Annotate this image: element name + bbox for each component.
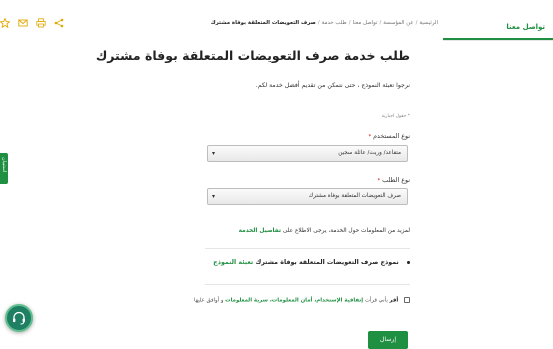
required-note: * حقول اجبارية xyxy=(381,114,410,119)
sidebar-divider xyxy=(443,40,553,41)
bullet xyxy=(407,260,410,264)
divider xyxy=(205,284,410,285)
user-type-label: نوع المستخدم * xyxy=(300,133,410,140)
sidebar-item-contact-us[interactable]: تواصل معنا xyxy=(443,14,553,40)
request-type-label-text: نوع الطلب xyxy=(382,177,410,184)
breadcrumb-separator: / xyxy=(317,20,320,26)
required-mark: * xyxy=(368,134,372,140)
request-type-value: صرف التعويضات المتعلقة بوفاة مشترك xyxy=(308,193,401,199)
breadcrumb-request[interactable]: طلب خدمة xyxy=(322,20,347,26)
submit-button[interactable]: إرسال xyxy=(368,331,408,349)
user-type-select[interactable]: متقاعد/ وريث/ عائلة سجين ▾ xyxy=(207,145,408,162)
breadcrumb-home[interactable]: الرئيسية xyxy=(419,20,438,26)
agreement-suffix: و أوافق عليها xyxy=(193,297,224,304)
survey-tab[interactable]: استبيان xyxy=(0,153,8,184)
more-info-text: لمزيد من المعلومات حول الخدمة، يرجى الاط… xyxy=(282,228,410,234)
intro-text: نرجوا تعبئة النموذج ، حتى نتمكن من تقديم… xyxy=(255,82,410,89)
terms-link[interactable]: إتفاقية الإستخدام، أمان المعلومات، سرية … xyxy=(225,298,363,304)
agreement-checkbox[interactable] xyxy=(404,297,410,303)
agreement-row: أقر بأني قرأت إتفاقية الإستخدام، أمان ال… xyxy=(193,297,410,304)
breadcrumb-separator: / xyxy=(348,20,351,26)
print-icon[interactable] xyxy=(36,18,46,28)
share-icon[interactable] xyxy=(54,18,64,28)
email-icon[interactable] xyxy=(18,18,28,28)
breadcrumb-current: صرف التعويضات المتعلقة بوفاة مشترك xyxy=(210,20,316,26)
survey-tab-label: استبيان xyxy=(1,157,7,173)
breadcrumb-contact[interactable]: تواصل معنا xyxy=(353,20,378,26)
breadcrumb: الرئيسية/عن المؤسسة/تواصل معنا/طلب خدمة/… xyxy=(211,20,438,26)
share-toolbar xyxy=(0,18,64,28)
agreement-middle: بأني قرأت xyxy=(364,297,388,304)
star-icon[interactable] xyxy=(0,18,10,28)
sidebar-item-label: تواصل معنا xyxy=(506,23,545,31)
divider xyxy=(205,248,410,249)
model-list-item: نموذج صرف التعويضات المتعلقة بوفاة مشترك… xyxy=(200,259,410,266)
breadcrumb-separator: / xyxy=(379,20,382,26)
breadcrumb-separator: / xyxy=(415,20,418,26)
request-type-label: نوع الطلب * xyxy=(300,177,410,184)
model-item-text: نموذج صرف التعويضات المتعلقة بوفاة مشترك xyxy=(255,259,399,266)
breadcrumb-section[interactable]: عن المؤسسة xyxy=(383,20,413,26)
chevron-down-icon: ▾ xyxy=(212,193,216,200)
required-mark: * xyxy=(377,178,381,184)
fill-form-link[interactable]: تعبئة النموذج xyxy=(213,259,253,266)
user-type-label-text: نوع المستخدم xyxy=(373,133,410,140)
page-title: طلب خدمة صرف التعويضات المتعلقة بوفاة مش… xyxy=(95,48,410,63)
headset-icon xyxy=(13,311,25,325)
user-type-value: متقاعد/ وريث/ عائلة سجين xyxy=(338,150,401,156)
agreement-prefix: أقر xyxy=(389,297,399,304)
more-info: لمزيد من المعلومات حول الخدمة، يرجى الاط… xyxy=(200,228,410,234)
request-type-select[interactable]: صرف التعويضات المتعلقة بوفاة مشترك ▾ xyxy=(207,188,408,205)
chevron-down-icon: ▾ xyxy=(212,150,216,157)
chat-button[interactable] xyxy=(5,304,33,332)
service-details-link[interactable]: تفاصيل الخدمة xyxy=(239,228,281,234)
